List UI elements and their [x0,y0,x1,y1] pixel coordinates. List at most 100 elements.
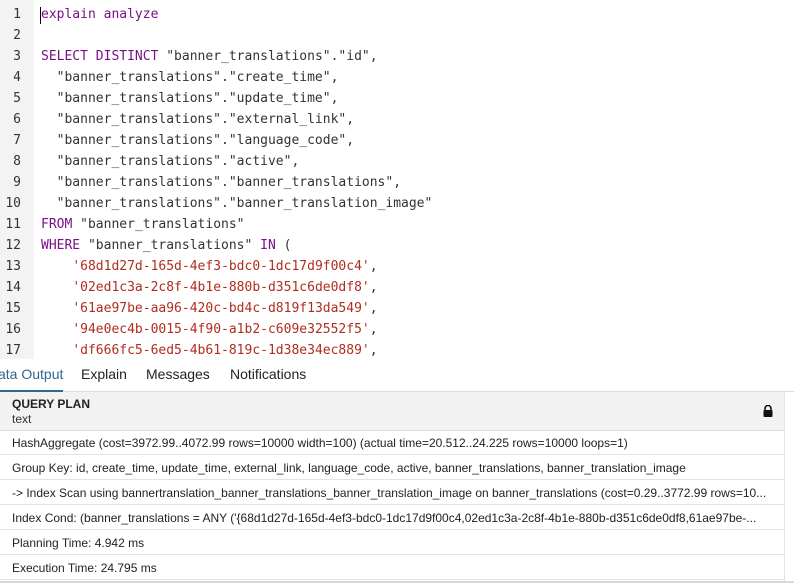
sql-text: "banner_translations"."banner_translatio… [41,196,433,211]
code-text: "banner_translations"."external_link", [41,109,354,130]
result-tabs: ata Output Explain Messages Notification… [0,359,794,392]
table-row[interactable]: Group Key: id, create_time, update_time,… [0,456,784,480]
sql-text: , [369,301,378,316]
code-line[interactable]: 6 "banner_translations"."external_link", [0,109,794,130]
sql-text: "banner_translations"."banner_translatio… [41,175,402,190]
code-text: "banner_translations"."banner_translatio… [41,193,433,214]
sql-text: "banner_translations"."id", [166,49,378,64]
line-number: 17 [5,343,21,358]
table-row[interactable]: HashAggregate (cost=3972.99..4072.99 row… [0,431,784,455]
query-editor[interactable]: 1 explain analyze 2 3 SELECT DISTINCT "banne… [0,0,794,359]
tab-notifications[interactable]: Notifications [230,359,306,390]
code-line[interactable]: 1 explain analyze [0,4,794,25]
code-line[interactable]: 4 "banner_translations"."create_time", [0,67,794,88]
line-number: 12 [5,238,21,253]
column-header-query-plan[interactable]: QUERY PLAN text [0,392,784,431]
code-line[interactable]: 3 SELECT DISTINCT "banner_translations"."… [0,46,794,67]
tab-data-output[interactable]: ata Output [0,359,64,392]
sql-keyword: FROM [41,217,81,232]
sql-text: "banner_translations"."active", [41,154,300,169]
line-number: 2 [13,28,21,43]
code-text: "banner_translations"."create_time", [41,67,339,88]
code-text: explain analyze [41,4,158,25]
code-line[interactable]: 11 FROM "banner_translations" [0,214,794,235]
column-divider [784,392,785,583]
sql-text: "banner_translations"."update_time", [41,91,339,106]
text-cursor [40,7,41,24]
sql-string: '68d1d27d-165d-4ef3-bdc0-1dc17d9f00c4' [72,259,370,274]
code-text: '02ed1c3a-2c8f-4b1e-880b-d351c6de0df8', [41,277,378,298]
table-row[interactable]: Execution Time: 24.795 ms [0,556,784,580]
line-number: 13 [5,259,21,274]
code-text: '94e0ec4b-0015-4f90-a1b2-c609e32552f5', [41,319,378,340]
code-line[interactable]: 12 WHERE "banner_translations" IN ( [0,235,794,256]
sql-text: ( [275,238,292,253]
code-line[interactable]: 7 "banner_translations"."language_code", [0,130,794,151]
code-line[interactable]: 10 "banner_translations"."banner_transla… [0,193,794,214]
column-type: text [12,412,32,426]
sql-keyword: explain analyze [41,7,159,22]
sql-text: "banner_translations"."language_code", [41,133,355,148]
code-line[interactable]: 8 "banner_translations"."active", [0,151,794,172]
sql-text: , [369,259,378,274]
sql-text: "banner_translations"."external_link", [41,112,355,127]
table-row[interactable]: -> Index Scan using bannertranslation_ba… [0,481,784,505]
sql-keyword: IN [260,238,276,253]
code-text: "banner_translations"."update_time", [41,88,339,109]
sql-string: '61ae97be-aa96-420c-bd4c-d819f13da549' [72,301,370,316]
table-row[interactable]: Index Cond: (banner_translations = ANY (… [0,506,784,530]
line-number: 7 [13,133,21,148]
sql-text: "banner_translations" [80,217,245,232]
line-number: 14 [5,280,21,295]
table-row[interactable]: Planning Time: 4.942 ms [0,531,784,555]
code-text: "banner_translations"."active", [41,151,300,172]
code-line[interactable]: 13 '68d1d27d-165d-4ef3-bdc0-1dc17d9f00c4… [0,256,794,277]
sql-string: 'df666fc5-6ed5-4b61-819c-1d38e34ec889' [72,343,370,358]
line-number: 10 [5,196,21,211]
line-number: 8 [13,154,21,169]
code-text: '61ae97be-aa96-420c-bd4c-d819f13da549', [41,298,378,319]
code-text: "banner_translations"."banner_translatio… [41,172,401,193]
sql-text: "banner_translations" [87,238,261,253]
line-number: 1 [13,7,21,22]
sql-text: , [369,280,378,295]
tab-messages[interactable]: Messages [146,359,210,390]
sql-text: , [369,343,378,358]
line-number: 6 [13,112,21,127]
code-line[interactable]: 9 "banner_translations"."banner_translat… [0,172,794,193]
sql-keyword: SELECT DISTINCT [41,49,167,64]
code-text: '68d1d27d-165d-4ef3-bdc0-1dc17d9f00c4', [41,256,378,277]
lock-icon [763,405,773,417]
code-text: FROM "banner_translations" [41,214,245,235]
line-number: 16 [5,322,21,337]
sql-text: "banner_translations"."create_time", [41,70,339,85]
code-line[interactable]: 17 'df666fc5-6ed5-4b61-819c-1d38e34ec889… [0,340,794,359]
code-line[interactable]: 14 '02ed1c3a-2c8f-4b1e-880b-d351c6de0df8… [0,277,794,298]
tab-explain[interactable]: Explain [81,359,127,390]
code-line[interactable]: 15 '61ae97be-aa96-420c-bd4c-d819f13da549… [0,298,794,319]
sql-keyword: WHERE [41,238,88,253]
code-text: SELECT DISTINCT "banner_translations"."i… [41,46,378,67]
code-text: WHERE "banner_translations" IN ( [41,235,291,256]
code-line[interactable]: 16 '94e0ec4b-0015-4f90-a1b2-c609e32552f5… [0,319,794,340]
code-line[interactable]: 2 [0,25,794,46]
sql-text: , [369,322,378,337]
data-output-grid: QUERY PLAN text HashAggregate (cost=3972… [0,392,794,583]
column-name: QUERY PLAN [12,397,91,411]
sql-string: '94e0ec4b-0015-4f90-a1b2-c609e32552f5' [72,322,370,337]
line-number: 15 [5,301,21,316]
line-number: 3 [13,49,21,64]
line-number: 5 [13,91,21,106]
line-number: 11 [5,217,21,232]
line-number: 9 [13,175,21,190]
code-line[interactable]: 5 "banner_translations"."update_time", [0,88,794,109]
sql-string: '02ed1c3a-2c8f-4b1e-880b-d351c6de0df8' [72,280,370,295]
code-text: "banner_translations"."language_code", [41,130,354,151]
code-text: 'df666fc5-6ed5-4b61-819c-1d38e34ec889', [41,340,378,359]
line-number: 4 [13,70,21,85]
